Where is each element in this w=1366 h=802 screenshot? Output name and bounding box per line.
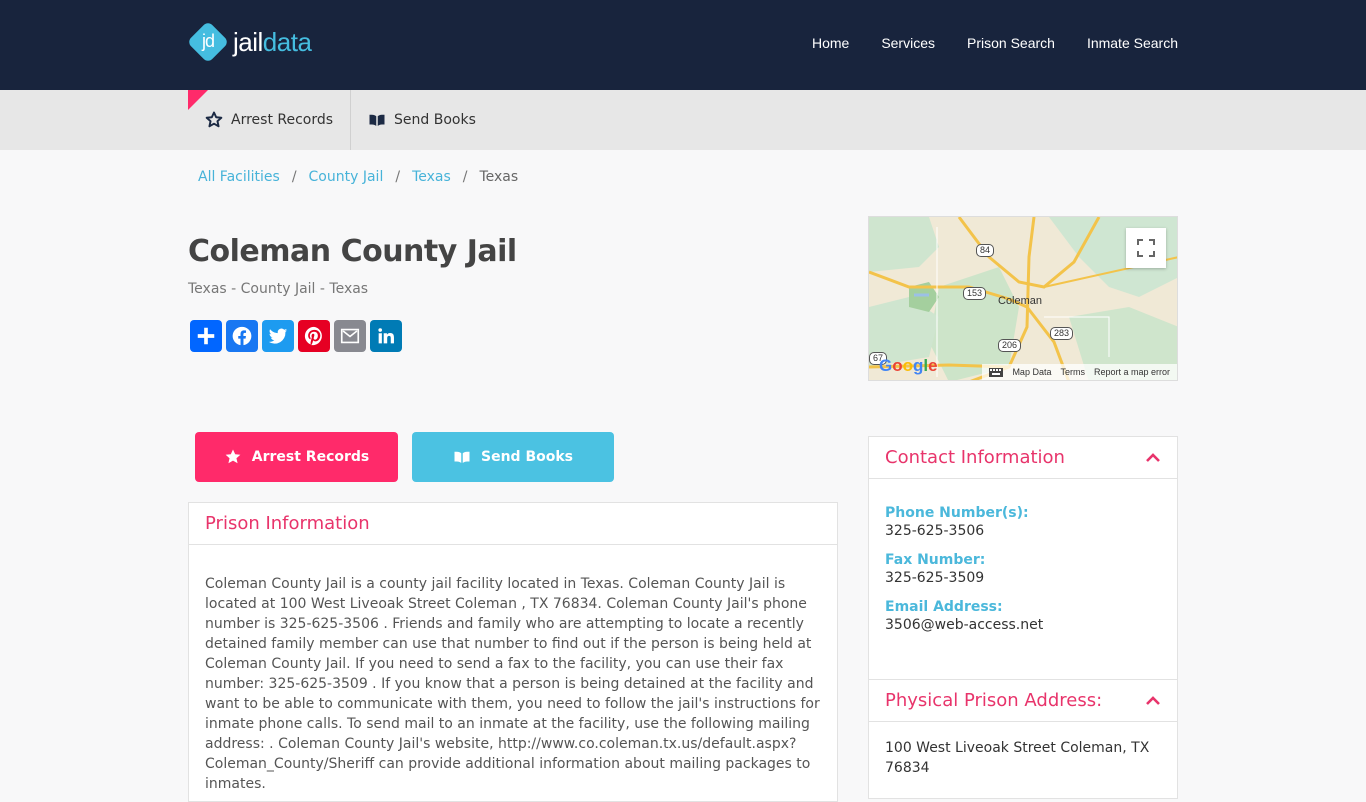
page-subtitle: Texas - County Jail - Texas — [188, 281, 369, 297]
share-buttons — [190, 320, 402, 352]
page-title: Coleman County Jail — [188, 234, 517, 269]
main-nav: Home Services Prison Search Inmate Searc… — [812, 35, 1178, 51]
physical-address-heading: Physical Prison Address: — [885, 690, 1103, 711]
subnav-send-books[interactable]: Send Books — [350, 90, 493, 150]
report-map-error-link[interactable]: Report a map error — [1094, 367, 1170, 377]
route-206-shield: 206 — [998, 339, 1022, 352]
nav-inmate-search[interactable]: Inmate Search — [1087, 35, 1178, 51]
subnav-arrest-records[interactable]: Arrest Records — [188, 90, 350, 150]
prison-information-header: Prison Information — [189, 503, 837, 545]
sheriff-star-icon — [205, 111, 223, 128]
breadcrumb-all-facilities[interactable]: All Facilities — [198, 169, 280, 185]
plus-icon — [197, 327, 215, 345]
fullscreen-button[interactable] — [1126, 228, 1166, 268]
logo-text: jaildata — [233, 26, 312, 57]
email-label: Email Address: — [885, 599, 1003, 615]
breadcrumb-separator: / — [462, 169, 468, 185]
site-header: jd jaildata Home Services Prison Search … — [0, 0, 1366, 90]
open-book-icon — [369, 114, 385, 126]
arrest-records-button[interactable]: Arrest Records — [195, 432, 398, 482]
route-153-shield: 153 — [963, 287, 987, 300]
envelope-icon — [340, 328, 360, 344]
chevron-up-icon[interactable] — [1145, 452, 1161, 463]
map-footer: Map Data Terms Report a map error — [982, 364, 1177, 380]
facebook-share-button[interactable] — [226, 320, 258, 352]
linkedin-share-button[interactable] — [370, 320, 402, 352]
twitter-share-button[interactable] — [262, 320, 294, 352]
physical-address-panel: Physical Prison Address: 100 West Liveoa… — [868, 679, 1178, 799]
location-map[interactable]: 84 153 283 206 67 Coleman Google Map Dat… — [868, 216, 1178, 381]
phone-value: 325-625-3506 — [885, 523, 985, 539]
fax-value: 325-625-3509 — [885, 570, 985, 586]
breadcrumb: All Facilities / County Jail / Texas / T… — [198, 169, 518, 185]
logo-mark-icon: jd — [186, 20, 230, 64]
prison-information-text: Coleman County Jail is a county jail fac… — [205, 576, 820, 792]
contact-information-header[interactable]: Contact Information — [869, 437, 1177, 479]
breadcrumb-separator: / — [291, 169, 297, 185]
fax-label: Fax Number: — [885, 552, 986, 568]
facebook-icon — [232, 326, 252, 346]
physical-address-text: 100 West Liveoak Street Coleman, TX 7683… — [885, 740, 1150, 776]
linkedin-icon — [378, 328, 394, 344]
email-share-button[interactable] — [334, 320, 366, 352]
breadcrumb-current: Texas — [479, 169, 519, 185]
prison-information-heading: Prison Information — [205, 513, 370, 534]
google-logo: Google — [879, 356, 938, 375]
keyboard-icon[interactable] — [989, 367, 1004, 377]
route-84-shield: 84 — [976, 244, 995, 257]
nav-home[interactable]: Home — [812, 35, 849, 51]
sheriff-star-icon — [225, 449, 241, 464]
send-books-button[interactable]: Send Books — [412, 432, 614, 482]
prison-information-panel: Prison Information Coleman County Jail i… — [188, 502, 838, 802]
breadcrumb-separator: / — [395, 169, 401, 185]
physical-address-header[interactable]: Physical Prison Address: — [869, 680, 1177, 722]
open-book-icon — [454, 451, 470, 463]
breadcrumb-texas[interactable]: Texas — [412, 169, 451, 185]
nav-prison-search[interactable]: Prison Search — [967, 35, 1055, 51]
contact-information-panel: Contact Information Phone Number(s): 325… — [868, 436, 1178, 680]
contact-information-heading: Contact Information — [885, 447, 1065, 468]
jaildata-logo[interactable]: jd jaildata — [186, 20, 312, 64]
pinterest-share-button[interactable] — [298, 320, 330, 352]
map-data-link[interactable]: Map Data — [1012, 367, 1051, 377]
map-terms-link[interactable]: Terms — [1060, 367, 1085, 377]
share-button[interactable] — [190, 320, 222, 352]
pinterest-icon — [304, 326, 322, 346]
email-value: 3506@web-access.net — [885, 617, 1044, 633]
breadcrumb-county-jail[interactable]: County Jail — [309, 169, 384, 185]
nav-services[interactable]: Services — [881, 35, 935, 51]
fullscreen-icon — [1137, 239, 1155, 257]
map-city-label: Coleman — [998, 295, 1043, 307]
phone-label: Phone Number(s): — [885, 505, 1029, 521]
sub-navbar: Arrest Records Send Books — [0, 90, 1366, 150]
chevron-up-icon[interactable] — [1145, 695, 1161, 706]
route-283-shield: 283 — [1050, 327, 1074, 340]
twitter-icon — [268, 328, 288, 344]
